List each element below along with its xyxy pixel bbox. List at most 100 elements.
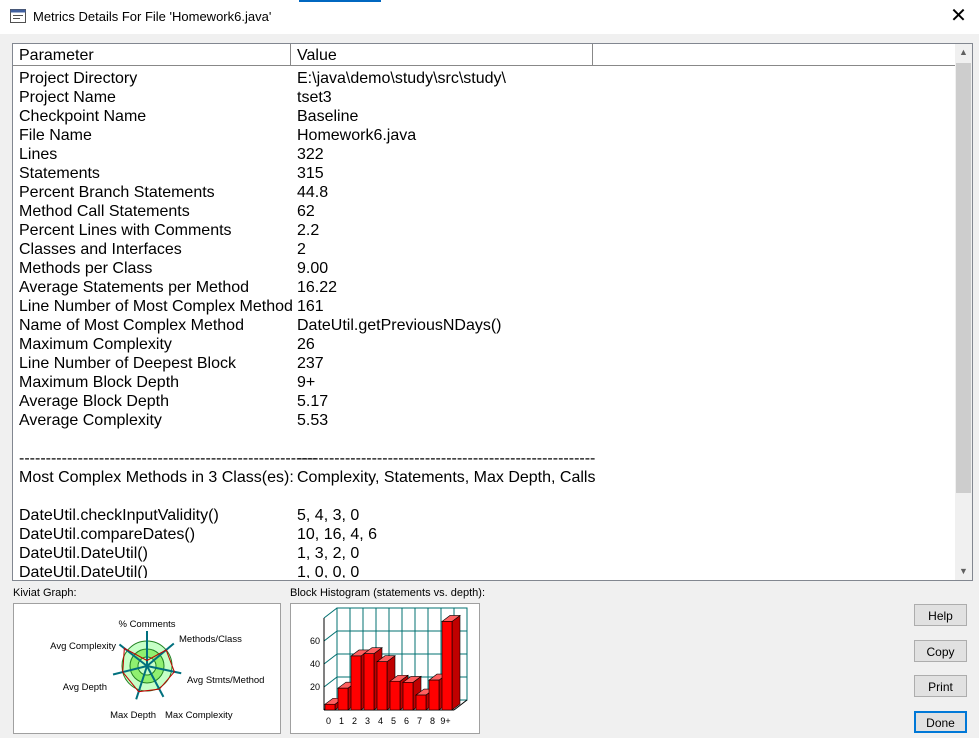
kiviat-axis-label: % Comments [118,619,175,630]
histogram-y-tick-label: 20 [310,682,320,692]
table-row[interactable]: Average Statements per Method 16.22 [13,278,955,297]
table-row[interactable]: Methods per Class 9.00 [13,259,955,278]
parameter-cell: Project Directory [19,70,138,87]
table-row[interactable]: Percent Lines with Comments 2.2 [13,221,955,240]
parameter-cell: ----------------------------------------… [19,450,318,467]
parameter-cell: Lines [19,146,58,163]
histogram-x-tick-label: 7 [417,716,422,726]
metrics-list[interactable]: Parameter Value Project Directory E:\java… [12,43,973,581]
parameter-cell: Percent Lines with Comments [19,222,232,239]
value-cell: 62 [297,203,315,220]
parameter-cell: Checkpoint Name [19,108,147,125]
histogram-x-tick-label: 0 [326,716,331,726]
table-row[interactable]: Maximum Complexity 26 [13,335,955,354]
table-row[interactable]: Statements 315 [13,164,955,183]
kiviat-axis-label: Max Complexity [165,710,233,721]
value-cell: 10, 16, 4, 6 [297,526,378,543]
table-row[interactable] [13,487,955,506]
histogram-bar-front [337,687,349,711]
table-row[interactable]: DateUtil.DateUtil() 1, 3, 2, 0 [13,544,955,563]
table-row[interactable]: Average Block Depth 5.17 [13,392,955,411]
table-row[interactable]: Line Number of Deepest Block 237 [13,354,955,373]
histogram-label: Block Histogram (statements vs. depth): [290,587,486,599]
table-row[interactable] [13,430,955,449]
parameter-cell: Average Complexity [19,412,162,429]
value-cell: 9.00 [297,260,329,277]
histogram-bar-front [350,655,362,711]
table-row[interactable]: Average Complexity 5.53 [13,411,955,430]
parameter-cell: Average Statements per Method [19,279,250,296]
close-icon: ✕ [950,5,967,27]
parameter-cell: Methods per Class [19,260,153,277]
table-row[interactable]: Method Call Statements 62 [13,202,955,221]
print-button[interactable]: Print [914,675,967,697]
value-cell: 2 [297,241,306,258]
parameter-cell: DateUtil.checkInputValidity() [19,507,219,524]
parameter-cell: Average Block Depth [19,393,170,410]
histogram-bar-front [363,653,375,711]
table-row[interactable]: File Name Homework6.java [13,126,955,145]
table-row[interactable]: Percent Branch Statements 44.8 [13,183,955,202]
done-button[interactable]: Done [914,711,967,733]
value-cell: 1, 0, 0, 0 [297,564,360,578]
table-row[interactable]: DateUtil.checkInputValidity() 5, 4, 3, 0 [13,506,955,525]
value-cell: 9+ [297,374,316,391]
parameter-cell: Classes and Interfaces [19,241,182,258]
histogram-bar-front [428,679,440,711]
column-header-value[interactable]: Value [291,44,593,66]
parameter-cell: Line Number of Most Complex Method [19,298,293,315]
histogram-bar-front [376,661,388,711]
scroll-thumb[interactable] [956,63,971,493]
value-cell: 161 [297,298,324,315]
value-cell: 44.8 [297,184,329,201]
parameter-cell: Method Call Statements [19,203,190,220]
parameter-cell: Statements [19,165,100,182]
kiviat-axis-label: Avg Stmts/Method [187,675,264,686]
kiviat-label: Kiviat Graph: [13,587,77,599]
table-row[interactable]: Maximum Block Depth 9+ [13,373,955,392]
histogram-x-tick-label: 6 [404,716,409,726]
block-histogram: 20 40 60 0 1 2 3 4 5 6 7 8 9+ [290,603,480,734]
table-row[interactable]: DateUtil.compareDates() 10, 16, 4, 6 [13,525,955,544]
value-cell: ----------------------------------------… [297,450,596,467]
table-row[interactable]: DateUtil.DateUtil() 1, 0, 0, 0 [13,563,955,578]
kiviat-axis-label: Avg Complexity [50,641,116,652]
scroll-down-arrow-icon[interactable]: ▼ [955,563,972,580]
value-cell: 5, 4, 3, 0 [297,507,360,524]
table-row[interactable]: Project Directory E:\java\demo\study\src\… [13,69,955,88]
parameter-cell: Line Number of Deepest Block [19,355,236,372]
vertical-scrollbar[interactable]: ▲ ▼ [955,44,972,580]
parameter-cell: File Name [19,127,92,144]
histogram-x-tick-label: 3 [365,716,370,726]
help-button[interactable]: Help [914,604,967,626]
histogram-x-tick-label: 2 [352,716,357,726]
table-row[interactable]: Line Number of Most Complex Method 161 [13,297,955,316]
list-rows: Project Directory E:\java\demo\study\src\… [13,68,955,578]
histogram-bar-front [441,621,453,711]
scroll-up-arrow-icon[interactable]: ▲ [955,44,972,61]
table-row[interactable]: Checkpoint Name Baseline [13,107,955,126]
table-row[interactable]: Classes and Interfaces 2 [13,240,955,259]
value-cell: Homework6.java [297,127,417,144]
value-cell: Complexity, Statements, Max Depth, Calls [297,469,596,486]
value-cell: 1, 3, 2, 0 [297,545,360,562]
column-header-parameter[interactable]: Parameter [13,44,291,66]
table-row[interactable]: Project Name tset3 [13,88,955,107]
parameter-cell: DateUtil.DateUtil() [19,564,148,578]
window-icon [10,9,26,23]
table-row[interactable]: Name of Most Complex Method DateUtil.getP… [13,316,955,335]
table-row[interactable]: Lines 322 [13,145,955,164]
histogram-bar-side [451,614,461,711]
kiviat-axis-label: Methods/Class [179,634,242,645]
value-cell: 237 [297,355,324,372]
table-row[interactable]: Most Complex Methods in 3 Class(es): Comp… [13,468,955,487]
histogram-x-tick-label: 5 [391,716,396,726]
kiviat-axis-label: Max Depth [110,710,156,721]
histogram-bar-front [402,682,414,711]
close-button[interactable]: ✕ [938,0,979,34]
kiviat-chart: % Comments Methods/Class Avg Stmts/Method M… [50,619,264,721]
copy-button[interactable]: Copy [914,640,967,662]
histogram-bar [441,614,461,711]
accent-line [299,0,381,2]
table-row[interactable]: ----------------------------------------… [13,449,955,468]
